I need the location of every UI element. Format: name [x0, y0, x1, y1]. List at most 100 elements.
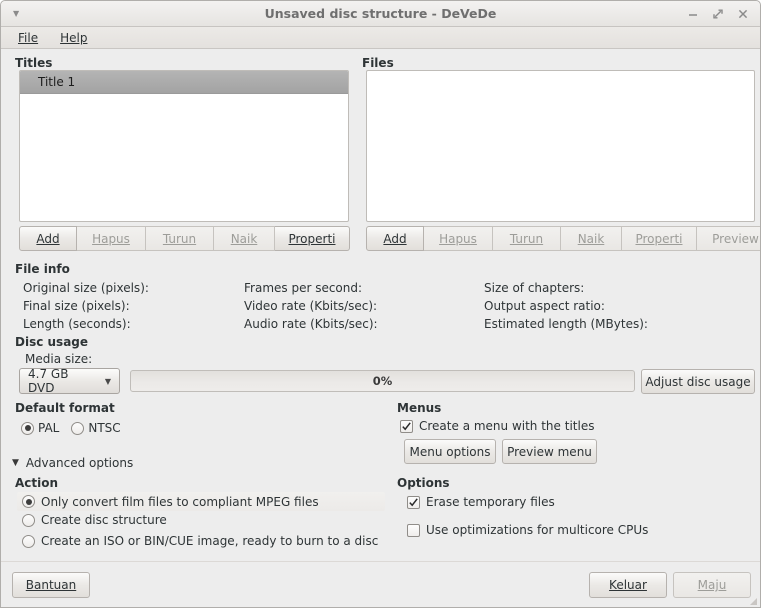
files-add-button[interactable]: Add: [366, 226, 424, 251]
window-title: Unsaved disc structure - DeVeDe: [264, 6, 497, 21]
multicore-optimizations-row[interactable]: Use optimizations for multicore CPUs: [407, 523, 648, 537]
triangle-down-icon: ▼: [12, 457, 19, 468]
menu-options-button[interactable]: Menu options: [404, 439, 496, 464]
erase-temp-files-checkbox[interactable]: [407, 495, 420, 509]
forward-button[interactable]: Maju: [673, 572, 751, 598]
files-heading: Files: [362, 56, 394, 70]
titles-move-down-button[interactable]: Turun: [146, 226, 214, 251]
preview-menu-button[interactable]: Preview menu: [502, 439, 597, 464]
create-menu-checkbox[interactable]: [400, 419, 413, 433]
radio-action-convert-indicator[interactable]: [22, 495, 35, 508]
minimize-icon[interactable]: [686, 7, 700, 21]
disc-usage-progress-text: 0%: [372, 374, 393, 388]
titles-delete-button[interactable]: Hapus: [77, 226, 146, 251]
files-delete-button[interactable]: Hapus: [424, 226, 493, 251]
files-properties-button[interactable]: Properti: [622, 226, 697, 251]
help-button[interactable]: Bantuan: [12, 572, 90, 598]
titles-properties-button[interactable]: Properti: [275, 226, 350, 251]
radio-ntsc-label[interactable]: NTSC: [88, 421, 120, 435]
menus-button-row: Menu options Preview menu: [404, 439, 597, 464]
multicore-optimizations-checkbox[interactable]: [407, 523, 420, 537]
create-menu-checkbox-row[interactable]: Create a menu with the titles: [400, 419, 594, 433]
quit-button[interactable]: Keluar: [589, 572, 667, 598]
maximize-icon[interactable]: [711, 7, 725, 21]
titles-list[interactable]: Title 1: [19, 70, 349, 222]
file-info-label: Output aspect ratio:: [484, 299, 605, 313]
files-move-up-button[interactable]: Naik: [561, 226, 622, 251]
action-option-iso-image-label: Create an ISO or BIN/CUE image, ready to…: [41, 534, 379, 548]
file-info-heading: File info: [15, 262, 70, 276]
create-menu-label[interactable]: Create a menu with the titles: [419, 419, 594, 433]
file-info-label: Estimated length (MBytes):: [484, 317, 648, 331]
window-controls: [686, 7, 754, 21]
options-heading: Options: [397, 476, 450, 490]
titles-move-up-button[interactable]: Naik: [214, 226, 275, 251]
advanced-options-expander[interactable]: ▼ Advanced options: [12, 456, 133, 470]
adjust-disc-usage-button[interactable]: Adjust disc usage: [641, 369, 755, 394]
list-item[interactable]: Title 1: [20, 71, 348, 94]
media-size-label: Media size:: [25, 352, 93, 366]
file-info-label: Video rate (Kbits/sec):: [244, 299, 378, 313]
titles-move-down-label: Turun: [162, 231, 197, 246]
action-option-convert-label: Only convert film files to compliant MPE…: [41, 494, 319, 509]
file-info-column-2: Frames per second: Video rate (Kbits/sec…: [244, 279, 378, 333]
bottom-action-bar: Bantuan Keluar Maju: [1, 561, 760, 607]
radio-action-disc-structure-indicator[interactable]: [22, 513, 35, 527]
devede-main-window: ▼ Unsaved disc structure - DeVeDe File H…: [0, 0, 761, 608]
erase-temp-files-label[interactable]: Erase temporary files: [426, 495, 555, 509]
resize-grip-icon[interactable]: [748, 596, 758, 606]
file-info-column-3: Size of chapters: Output aspect ratio: E…: [484, 279, 648, 333]
titles-delete-label: Hapus: [92, 231, 130, 246]
checkmark-icon: [402, 421, 411, 430]
action-heading: Action: [15, 476, 59, 490]
media-size-value: 4.7 GB DVD: [28, 367, 69, 395]
file-info-label: Audio rate (Kbits/sec):: [244, 317, 378, 331]
radio-pal-label[interactable]: PAL: [38, 421, 59, 435]
files-move-up-label: Naik: [577, 231, 605, 246]
titles-move-up-label: Naik: [230, 231, 258, 246]
files-move-down-button[interactable]: Turun: [493, 226, 561, 251]
action-option-disc-structure-label: Create disc structure: [41, 513, 167, 527]
media-size-dropdown[interactable]: 4.7 GB DVD ▼: [19, 367, 120, 395]
titles-button-box: Add Hapus Turun Naik Properti: [19, 226, 350, 251]
action-option-disc-structure[interactable]: Create disc structure: [17, 513, 167, 527]
action-option-iso-image[interactable]: Create an ISO or BIN/CUE image, ready to…: [17, 534, 378, 548]
titles-add-label: Add: [36, 231, 60, 246]
radio-pal-indicator[interactable]: [21, 421, 34, 435]
menu-item-help[interactable]: Help: [51, 29, 96, 47]
radio-action-iso-image-indicator[interactable]: [22, 534, 35, 548]
title-bar: ▼ Unsaved disc structure - DeVeDe: [1, 1, 760, 27]
file-info-label: Original size (pixels):: [23, 281, 149, 295]
file-info-label: Size of chapters:: [484, 281, 585, 295]
erase-temp-files-row[interactable]: Erase temporary files: [407, 495, 555, 509]
chevron-down-icon[interactable]: ▼: [9, 8, 23, 20]
titles-heading: Titles: [15, 56, 53, 70]
files-list[interactable]: [366, 70, 755, 222]
files-add-label: Add: [383, 231, 407, 246]
file-info-column-1: Original size (pixels): Final size (pixe…: [23, 279, 149, 333]
file-info-label: Frames per second:: [244, 281, 363, 295]
action-option-convert[interactable]: Only convert film files to compliant MPE…: [17, 492, 385, 511]
preview-menu-label: Preview menu: [507, 444, 592, 459]
radio-ntsc-indicator[interactable]: [71, 421, 85, 435]
titles-add-button[interactable]: Add: [19, 226, 77, 251]
files-button-box: Add Hapus Turun Naik Properti Preview: [366, 226, 760, 251]
main-content: Titles Title 1 Add Hapus Turun Naik Prop…: [1, 49, 760, 561]
quit-button-label: Keluar: [609, 578, 647, 592]
file-info-label: Final size (pixels):: [23, 299, 130, 313]
titles-properties-label: Properti: [288, 231, 336, 246]
files-delete-label: Hapus: [439, 231, 477, 246]
menu-item-help-label: Help: [60, 30, 88, 45]
multicore-optimizations-label[interactable]: Use optimizations for multicore CPUs: [426, 523, 648, 537]
menu-bar: File Help: [1, 27, 760, 49]
files-preview-button[interactable]: Preview: [697, 226, 760, 251]
checkmark-icon: [409, 497, 418, 506]
files-move-down-label: Turun: [509, 231, 544, 246]
default-format-heading: Default format: [15, 401, 115, 415]
files-properties-label: Properti: [635, 231, 683, 246]
disc-usage-progress-bar: 0%: [130, 370, 635, 392]
close-icon[interactable]: [736, 7, 750, 21]
menu-item-file-label: File: [18, 30, 39, 45]
menu-item-file[interactable]: File: [9, 29, 47, 47]
file-info-label: Length (seconds):: [23, 317, 131, 331]
